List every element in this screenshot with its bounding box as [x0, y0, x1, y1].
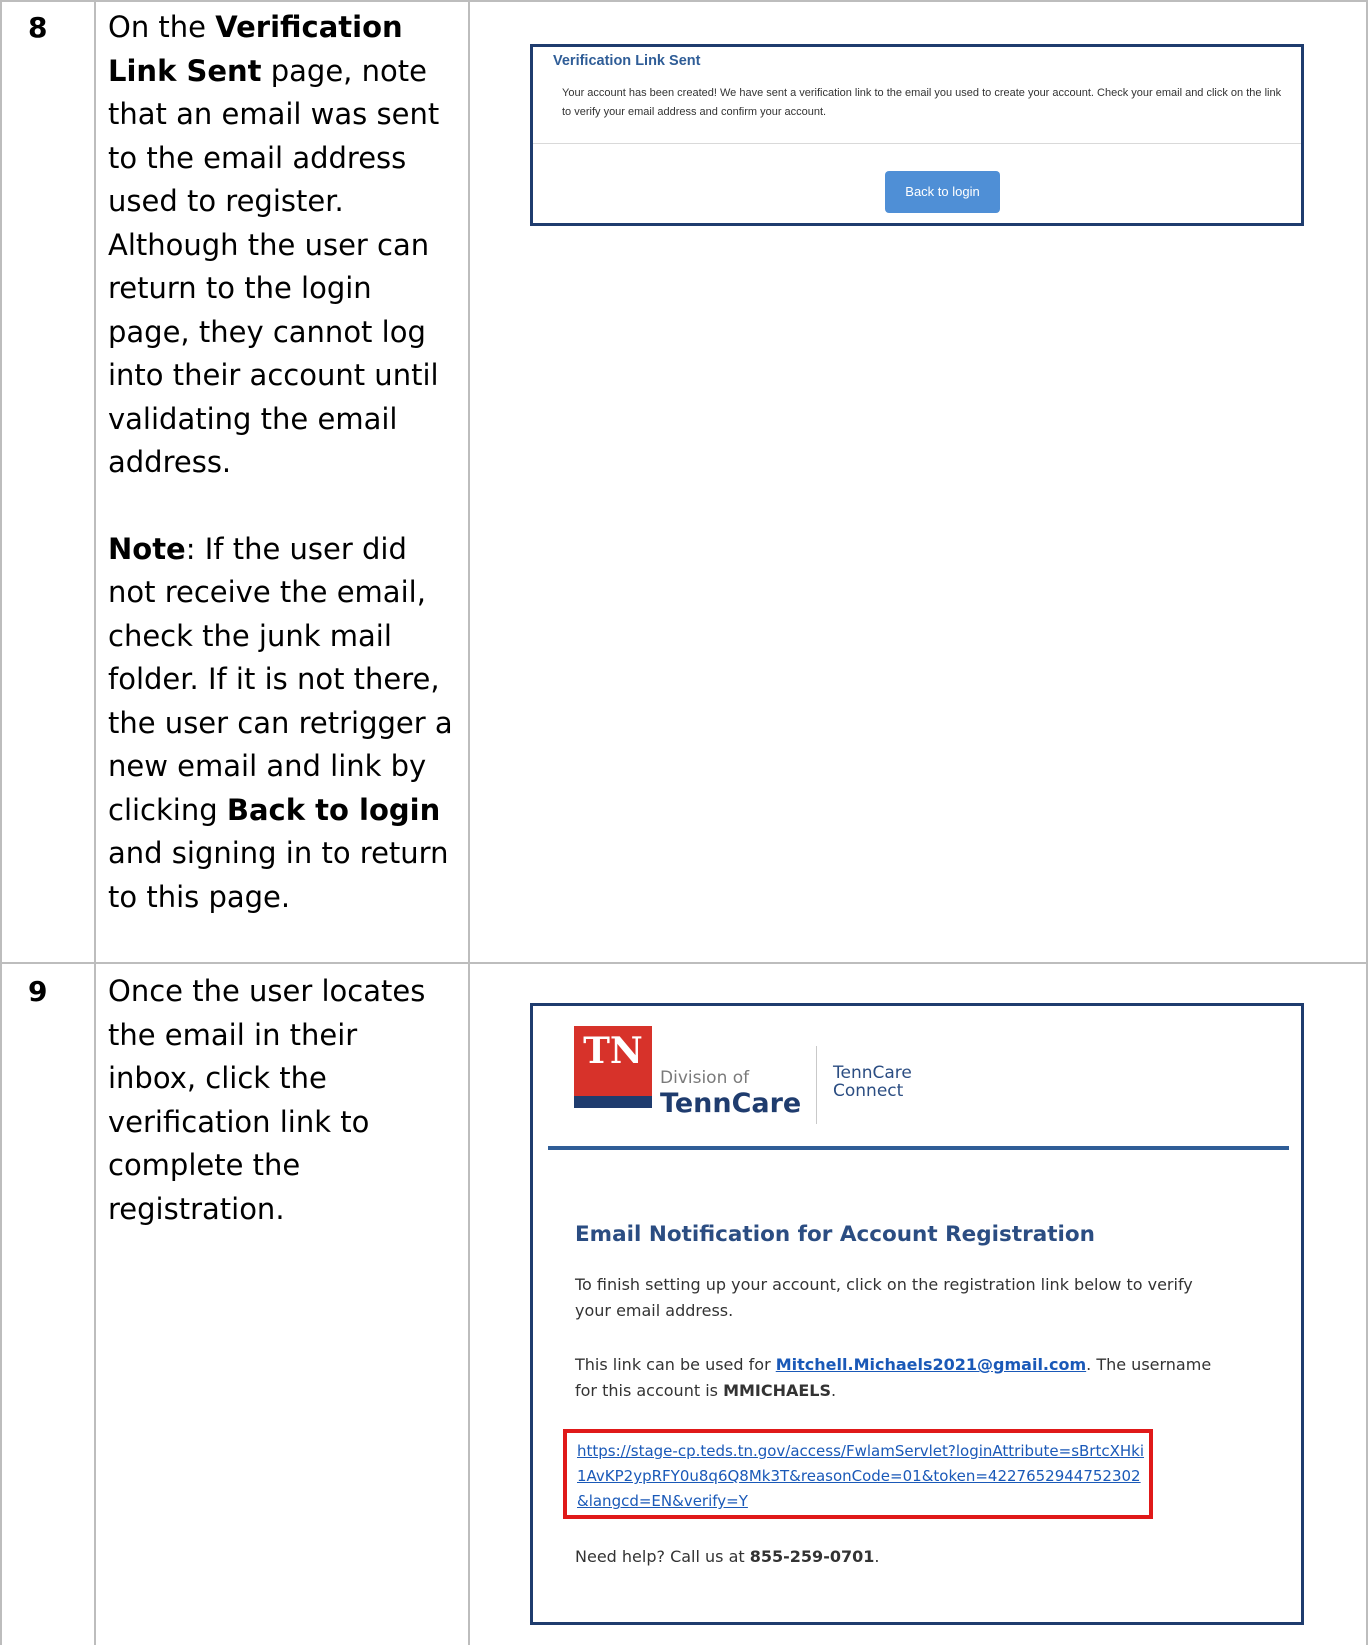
- email-notification-screenshot: TN Division of TennCare TennCare Connect…: [530, 1003, 1304, 1625]
- tenncare-connect-logo: TennCare Connect: [833, 1064, 912, 1100]
- text: page, note that an email was sent to the…: [108, 53, 440, 480]
- note-label: Note: [108, 531, 186, 566]
- verification-message: Your account has been created! We have s…: [562, 87, 1282, 118]
- row-divider: [0, 962, 1368, 964]
- verification-link-highlight: https://stage-cp.teds.tn.gov/access/Fwla…: [563, 1429, 1153, 1519]
- tn-logo-bar: [574, 1096, 652, 1108]
- step-number: 9: [28, 975, 48, 1008]
- tn-logo-text: TN: [583, 1030, 643, 1072]
- text: and signing in to return to this page.: [108, 836, 449, 914]
- logo-separator: [816, 1046, 817, 1124]
- email-address-link[interactable]: Mitchell.Michaels2021@gmail.com: [776, 1355, 1086, 1374]
- table-border-top: [0, 0, 1368, 2]
- email-title: Email Notification for Account Registrat…: [575, 1222, 1095, 1247]
- email-account-info: This link can be used for Mitchell.Micha…: [575, 1352, 1225, 1404]
- logo-division-text: Division of: [660, 1068, 750, 1088]
- text: .: [874, 1547, 880, 1566]
- verification-link[interactable]: https://stage-cp.teds.tn.gov/access/Fwla…: [577, 1439, 1147, 1514]
- tn-logo: TN: [574, 1026, 652, 1108]
- text: On the: [108, 10, 216, 44]
- username: MMICHAELS: [723, 1381, 832, 1400]
- text: This link can be used for: [575, 1355, 776, 1374]
- step-9-instructions: Once the user locates the email in their…: [108, 974, 426, 1226]
- back-to-login-button[interactable]: Back to login: [885, 171, 1000, 213]
- step-8-instructions: On the Verification Link Sent page, note…: [108, 6, 453, 919]
- help-line: Need help? Call us at 855-259-0701.: [575, 1547, 879, 1566]
- logo-tenncare-text: TennCare: [660, 1088, 802, 1119]
- table-border-left: [0, 0, 2, 1645]
- phone-number: 855-259-0701: [749, 1547, 875, 1566]
- text: : If the user did not receive the email,…: [108, 531, 453, 827]
- text: .: [831, 1381, 837, 1400]
- divider: [533, 143, 1301, 144]
- step-number: 8: [28, 11, 48, 44]
- step-8-paragraph: On the Verification Link Sent page, note…: [108, 6, 453, 485]
- verification-link-sent-screenshot: Verification Link Sent Your account has …: [530, 44, 1304, 226]
- step-8-note: Note: If the user did not receive the em…: [108, 528, 453, 920]
- instruction-table: 8 On the Verification Link Sent page, no…: [0, 0, 1368, 1645]
- verification-title: Verification Link Sent: [553, 53, 701, 69]
- header-rule: [548, 1146, 1289, 1150]
- column-divider-2: [468, 0, 470, 1645]
- email-intro: To finish setting up your account, click…: [575, 1275, 1193, 1320]
- logo-connect-line2: Connect: [833, 1081, 904, 1101]
- column-divider-1: [94, 0, 96, 1645]
- bold-text: Back to login: [226, 792, 441, 827]
- text: Need help? Call us at: [575, 1547, 750, 1566]
- logo-connect-line1: TennCare: [833, 1063, 912, 1083]
